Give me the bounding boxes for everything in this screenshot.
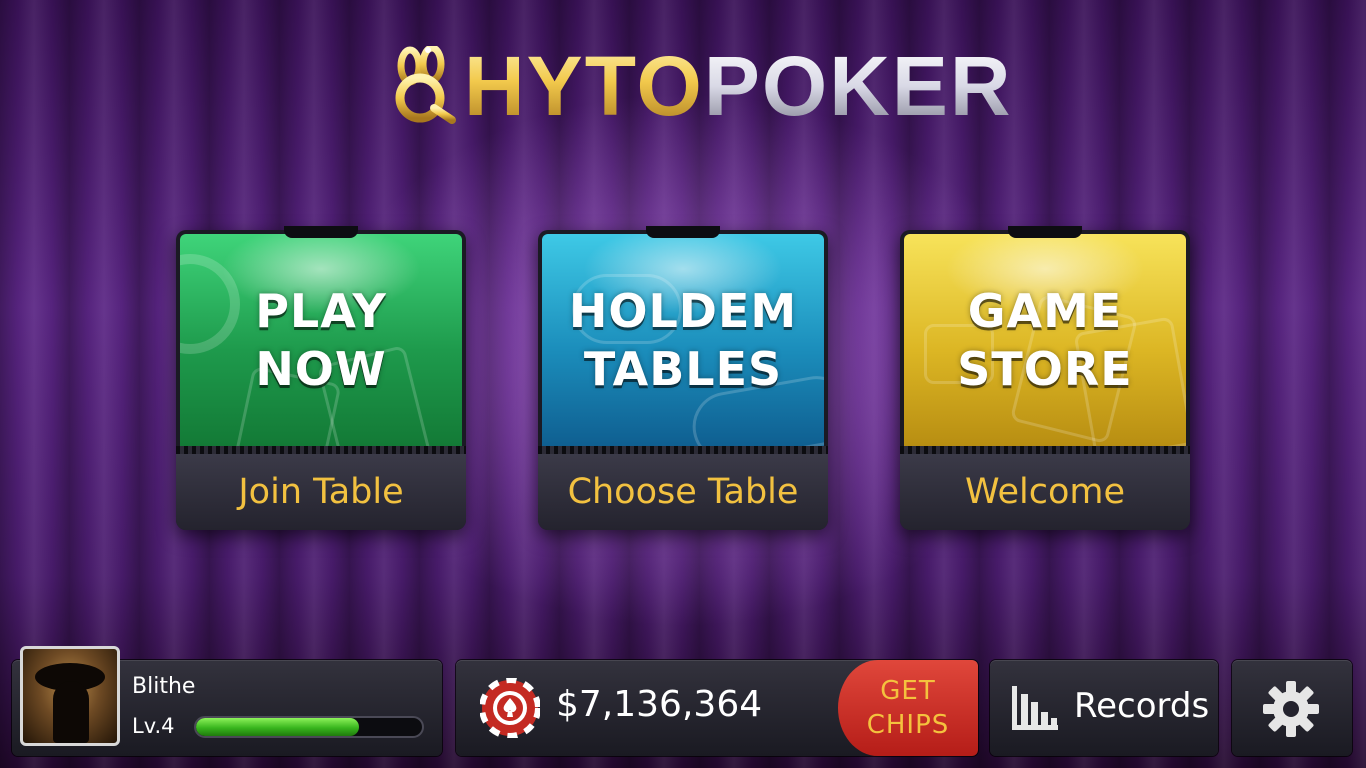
settings-button[interactable] bbox=[1232, 660, 1352, 756]
logo-text-silver: POKER bbox=[703, 39, 1013, 133]
card-title: PLAY NOW bbox=[255, 282, 387, 398]
card-lamp bbox=[1008, 226, 1082, 238]
rabbit-logo-icon bbox=[395, 46, 456, 124]
card-footer: Welcome bbox=[900, 454, 1190, 530]
get-chips-button[interactable]: GET CHIPS bbox=[838, 660, 978, 756]
card-title-line2: NOW bbox=[255, 342, 387, 396]
card-divider bbox=[538, 446, 828, 454]
chips-panel: $7,136,364 GET CHIPS bbox=[456, 660, 978, 756]
card-title-line1: GAME bbox=[967, 284, 1123, 338]
player-name: Blithe bbox=[132, 674, 196, 699]
welcome-label: Welcome bbox=[964, 472, 1126, 512]
records-button[interactable]: Records bbox=[990, 660, 1218, 756]
card-title-line1: PLAY bbox=[255, 284, 387, 338]
card-divider bbox=[900, 446, 1190, 454]
records-label: Records bbox=[1074, 686, 1210, 726]
play-now-card[interactable]: PLAY NOW Join Table bbox=[176, 226, 466, 530]
xp-progress-fill bbox=[196, 718, 359, 736]
player-level: Lv.4 bbox=[132, 714, 175, 738]
logo-text-gold: HYTO bbox=[464, 39, 704, 133]
choose-table-label: Choose Table bbox=[567, 472, 799, 512]
card-title: GAME STORE bbox=[957, 282, 1132, 398]
avatar[interactable] bbox=[20, 646, 120, 746]
xp-progress-bar bbox=[194, 716, 424, 738]
card-title-line2: STORE bbox=[957, 342, 1133, 396]
card-title: HOLDEM TABLES bbox=[569, 282, 797, 398]
join-table-label: Join Table bbox=[238, 472, 404, 512]
poker-chip-decoration bbox=[180, 254, 240, 354]
poker-chip-icon bbox=[480, 678, 540, 738]
chip-balance: $7,136,364 bbox=[556, 684, 763, 725]
avatar-head-silhouette bbox=[53, 681, 89, 743]
card-title-line1: HOLDEM bbox=[568, 284, 798, 338]
holdem-tables-card[interactable]: HOLDEM TABLES Choose Table bbox=[538, 226, 828, 530]
card-lamp bbox=[284, 226, 358, 238]
bar-chart-icon bbox=[1012, 686, 1058, 730]
game-store-card[interactable]: GAME STORE Welcome bbox=[900, 226, 1190, 530]
card-face: PLAY NOW bbox=[180, 234, 462, 446]
card-divider bbox=[176, 446, 466, 454]
card-title-line2: TABLES bbox=[583, 342, 783, 396]
app-logo: HYTOPOKER bbox=[388, 36, 1013, 136]
card-lamp bbox=[646, 226, 720, 238]
get-chips-label-line1: GET bbox=[880, 676, 936, 706]
card-face: HOLDEM TABLES bbox=[542, 234, 824, 446]
player-profile-panel[interactable]: Blithe Lv.4 bbox=[12, 646, 442, 756]
get-chips-label-line2: CHIPS bbox=[866, 710, 950, 740]
card-footer: Choose Table bbox=[538, 454, 828, 530]
gear-icon bbox=[1263, 681, 1319, 737]
card-footer: Join Table bbox=[176, 454, 466, 530]
card-face: GAME STORE bbox=[904, 234, 1186, 446]
